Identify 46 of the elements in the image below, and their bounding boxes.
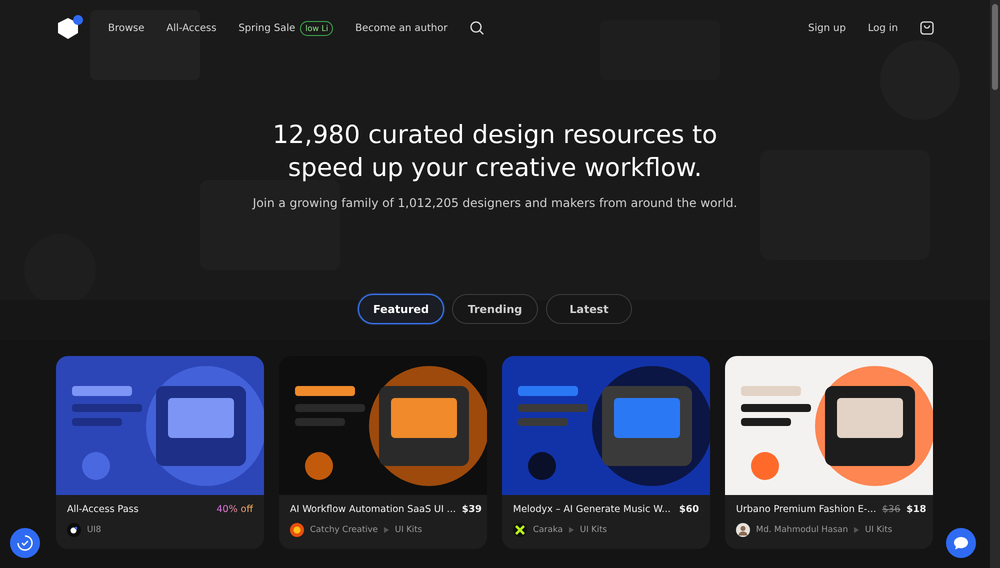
caret-icon	[854, 527, 860, 533]
price: $39	[462, 504, 482, 515]
avatar-icon	[513, 523, 527, 537]
filter-tab[interactable]: Featured	[358, 294, 444, 324]
author-name[interactable]: Catchy Creative	[310, 525, 378, 535]
nav-link[interactable]: Become an author	[355, 22, 448, 34]
product-title: AI Workflow Automation SaaS UI ...	[290, 504, 456, 515]
author-name[interactable]: UI8	[87, 525, 102, 535]
product-card[interactable]: Urbano Premium Fashion E-... $36 $18 Md. Mahmodul Hasan UI Kits	[725, 356, 933, 549]
product-title: All-Access Pass	[67, 504, 140, 515]
chat-icon	[953, 535, 969, 551]
product-card[interactable]: AI Workflow Automation SaaS UI ... $39 Catchy Creative UI Kits	[279, 356, 487, 549]
bag-icon[interactable]	[920, 21, 934, 35]
avatar-icon	[67, 523, 81, 537]
old-price: $36	[882, 504, 900, 515]
price: $18	[906, 504, 926, 515]
price: $60	[679, 504, 699, 515]
logo-icon	[56, 14, 84, 42]
caret-icon	[384, 527, 389, 533]
product-title: Melodyx – AI Generate Music W...	[513, 504, 672, 515]
nav-link[interactable]: All-Access	[166, 22, 216, 34]
author-name[interactable]: Md. Mahmodul Hasan	[756, 525, 848, 535]
category-link[interactable]: UI Kits	[865, 525, 892, 535]
hero-subtitle: Join a growing family of 1,012,205 designers and makers from around the world.	[252, 196, 738, 210]
author-name[interactable]: Caraka	[533, 525, 563, 535]
filter-tab[interactable]: Trending	[452, 294, 538, 324]
chat-button[interactable]	[946, 528, 976, 558]
filter-tab[interactable]: Latest	[546, 294, 632, 324]
clock-check-button[interactable]	[10, 528, 40, 558]
nav-link[interactable]: Browse	[108, 22, 144, 34]
avatar-icon	[290, 523, 304, 537]
hero-title: 12,980 curated design resources to speed up your creative workflow.	[272, 119, 718, 184]
search-icon[interactable]	[470, 21, 484, 35]
category-link[interactable]: UI Kits	[580, 525, 607, 535]
product-card[interactable]: Melodyx – AI Generate Music W... $60 Caraka UI Kits	[502, 356, 710, 549]
nav-link[interactable]: Log in	[868, 22, 898, 34]
category-link[interactable]: UI Kits	[394, 525, 422, 535]
product-title: Urbano Premium Fashion E-...	[736, 504, 876, 515]
product-card[interactable]: All-Access Pass 40% off UI8	[56, 356, 264, 549]
nav-link[interactable]: Sign up	[808, 22, 846, 34]
caret-icon	[568, 527, 574, 533]
discount-label: 40% off	[216, 504, 253, 515]
avatar-icon	[736, 523, 750, 537]
nav-link[interactable]: Spring Sale low Li	[238, 20, 334, 36]
clock-check-icon	[16, 534, 34, 552]
live-badge: low Li	[300, 20, 334, 36]
